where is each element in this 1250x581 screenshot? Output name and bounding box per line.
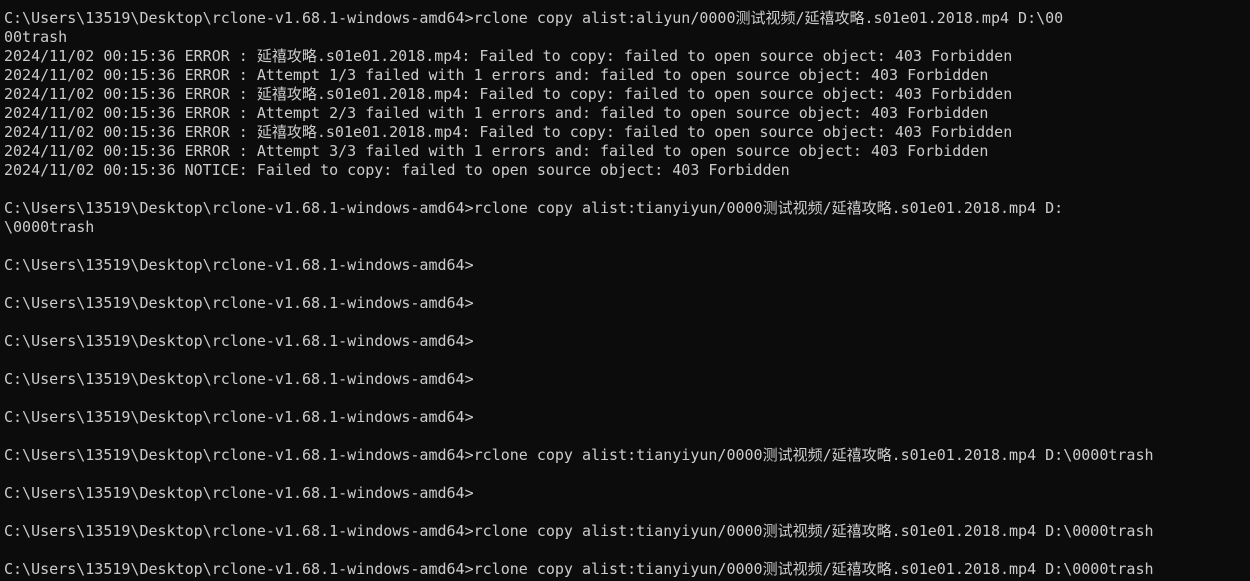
prompt-line: C:\Users\13519\Desktop\rclone-v1.68.1-wi… bbox=[4, 370, 474, 388]
error-line: 2024/11/02 00:15:36 ERROR : 延禧攻略.s01e01.… bbox=[4, 85, 1013, 103]
prompt-line: C:\Users\13519\Desktop\rclone-v1.68.1-wi… bbox=[4, 408, 474, 426]
prompt-line: C:\Users\13519\Desktop\rclone-v1.68.1-wi… bbox=[4, 256, 474, 274]
command-line-current[interactable]: C:\Users\13519\Desktop\rclone-v1.68.1-wi… bbox=[4, 560, 1250, 579]
prompt-line: C:\Users\13519\Desktop\rclone-v1.68.1-wi… bbox=[4, 332, 474, 350]
error-line: 2024/11/02 00:15:36 ERROR : 延禧攻略.s01e01.… bbox=[4, 47, 1013, 65]
prompt-line: C:\Users\13519\Desktop\rclone-v1.68.1-wi… bbox=[4, 294, 474, 312]
command-line: C:\Users\13519\Desktop\rclone-v1.68.1-wi… bbox=[4, 446, 1154, 464]
error-line: 2024/11/02 00:15:36 ERROR : Attempt 1/3 … bbox=[4, 66, 989, 84]
error-line: 2024/11/02 00:15:36 ERROR : 延禧攻略.s01e01.… bbox=[4, 123, 1013, 141]
output-line: 00trash bbox=[4, 28, 68, 46]
command-line: C:\Users\13519\Desktop\rclone-v1.68.1-wi… bbox=[4, 199, 1064, 217]
command-line: C:\Users\13519\Desktop\rclone-v1.68.1-wi… bbox=[4, 522, 1154, 540]
notice-line: 2024/11/02 00:15:36 NOTICE: Failed to co… bbox=[4, 161, 790, 179]
output-line: \0000trash bbox=[4, 218, 95, 236]
terminal-output[interactable]: C:\Users\13519\Desktop\rclone-v1.68.1-wi… bbox=[0, 0, 1250, 581]
prompt-line: C:\Users\13519\Desktop\rclone-v1.68.1-wi… bbox=[4, 484, 474, 502]
error-line: 2024/11/02 00:15:36 ERROR : Attempt 3/3 … bbox=[4, 142, 989, 160]
output-line: C:\Users\13519\Desktop\rclone-v1.68.1-wi… bbox=[4, 9, 1064, 27]
error-line: 2024/11/02 00:15:36 ERROR : Attempt 2/3 … bbox=[4, 104, 989, 122]
